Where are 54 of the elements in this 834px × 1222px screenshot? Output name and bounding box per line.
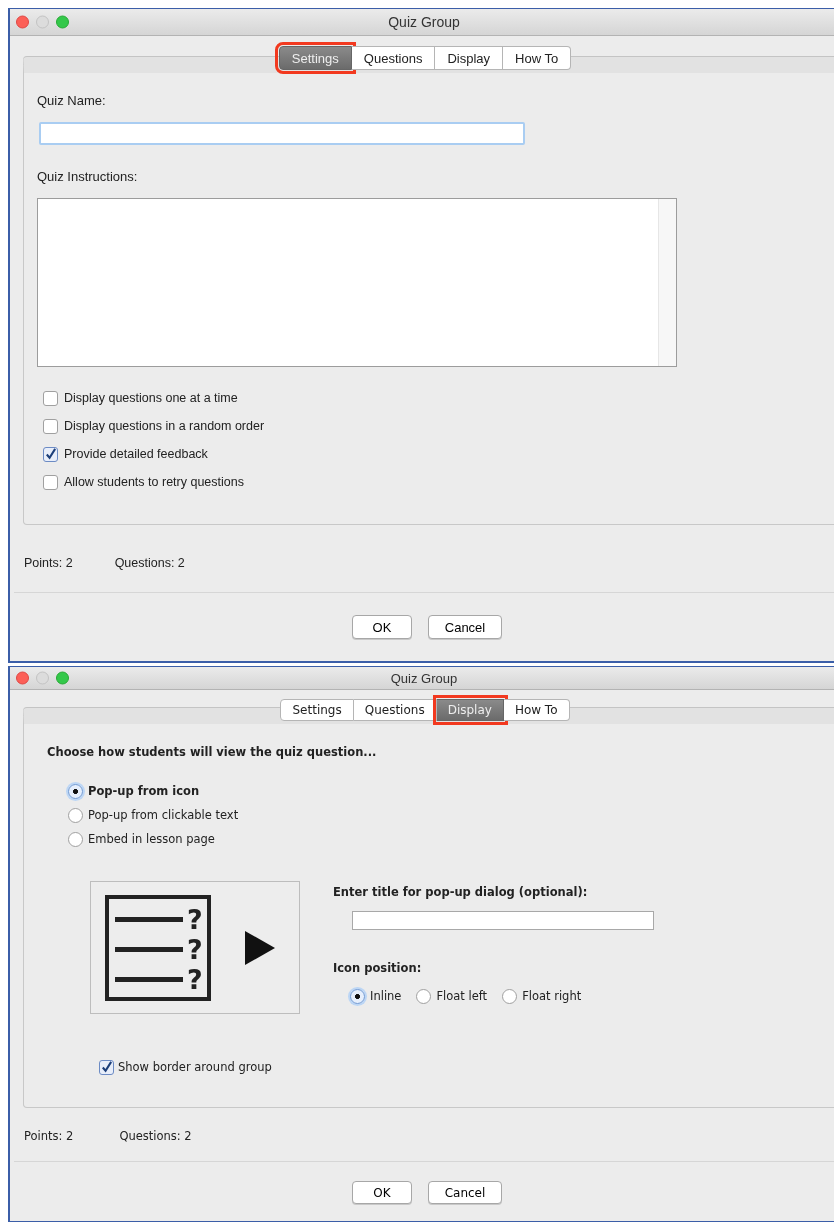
radio-label: Inline (370, 989, 402, 1003)
checkbox[interactable] (43, 418, 58, 434)
quiz-name-field[interactable] (39, 122, 525, 145)
radio-button[interactable] (350, 988, 365, 1004)
window-title: Quiz Group (388, 14, 460, 30)
window-title: Quiz Group (390, 670, 458, 686)
tab[interactable]: How To (503, 699, 570, 721)
tab[interactable]: How To (503, 46, 572, 70)
radio-label: Float right (522, 989, 582, 1003)
points-count: Points: 2 (24, 1129, 74, 1143)
play-icon (245, 930, 275, 965)
zoom-icon[interactable] (56, 671, 69, 685)
section-heading: Choose how students will view the quiz question... (47, 745, 378, 759)
radio-label: Float left (436, 989, 488, 1003)
question-list-icon: ? ? ? (105, 894, 211, 1001)
radio-button[interactable] (68, 807, 83, 823)
radio-label: Embed in lesson page (88, 832, 215, 846)
close-icon[interactable] (16, 671, 29, 685)
cancel-button[interactable]: Cancel (428, 615, 502, 639)
popup-title-field[interactable] (352, 911, 654, 930)
field-label: Icon position: (333, 961, 423, 975)
radio-label: Pop-up from clickable text (88, 808, 239, 822)
checkbox[interactable] (99, 1059, 114, 1075)
radio-label: Pop-up from icon (88, 784, 200, 798)
tab[interactable]: Display (435, 46, 503, 70)
points-count: Points: 2 (24, 556, 73, 570)
radio-button[interactable] (68, 783, 83, 799)
ok-button[interactable]: OK (352, 615, 412, 639)
zoom-icon[interactable] (56, 15, 69, 29)
radio-button[interactable] (416, 988, 432, 1004)
questions-count: Questions: 2 (119, 1129, 192, 1143)
checkbox[interactable] (43, 390, 58, 406)
checkbox-label: Provide detailed feedback (64, 447, 208, 461)
checkbox[interactable] (43, 474, 58, 490)
instructions-field[interactable] (37, 198, 677, 367)
checkbox-label: Display questions in a random order (64, 419, 265, 433)
checkbox[interactable] (43, 446, 58, 462)
ok-button[interactable]: OK (352, 1181, 412, 1204)
radio-button[interactable] (68, 831, 83, 847)
cancel-button[interactable]: Cancel (428, 1181, 502, 1204)
checkbox-label: Show border around group (118, 1060, 272, 1074)
field-label: Enter title for pop-up dialog (optional): (333, 885, 589, 899)
checkbox-label: Allow students to retry questions (64, 475, 244, 489)
tab[interactable]: Questions (353, 699, 437, 721)
field-label: Quiz Name: (37, 93, 107, 108)
tab[interactable]: Settings (280, 699, 354, 721)
minimize-icon[interactable] (36, 15, 49, 29)
checkbox-label: Display questions one at a time (64, 391, 238, 405)
radio-button[interactable] (502, 988, 518, 1004)
field-label: Quiz Instructions: (37, 169, 139, 184)
close-icon[interactable] (16, 15, 29, 29)
questions-count: Questions: 2 (114, 556, 185, 570)
tab[interactable]: Questions (351, 46, 436, 70)
minimize-icon[interactable] (36, 671, 49, 685)
